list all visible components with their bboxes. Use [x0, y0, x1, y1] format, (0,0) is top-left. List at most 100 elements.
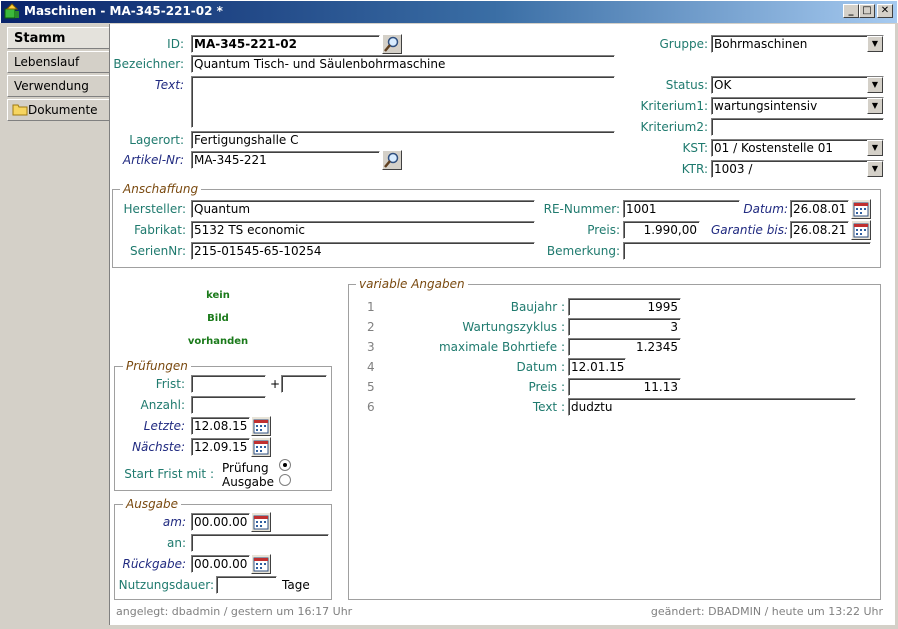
- bezeichner-field[interactable]: Quantum Tisch- und Säulenbohrmaschine: [191, 55, 615, 73]
- nav-item-dokumente[interactable]: Dokumente: [7, 99, 110, 121]
- letzte-field[interactable]: 12.08.15: [191, 417, 250, 435]
- maximize-button[interactable]: □: [859, 4, 875, 18]
- close-button[interactable]: ✕: [877, 4, 893, 18]
- gruppe-label: Gruppe:: [659, 37, 709, 51]
- calendar-icon: [253, 440, 269, 455]
- artikel-search-button[interactable]: [382, 150, 402, 170]
- variable-angaben-title: variable Angaben: [356, 277, 468, 291]
- var-field[interactable]: 1.2345: [568, 338, 681, 356]
- dropdown-arrow-icon: ▼: [867, 36, 883, 52]
- nav-item-verwendung[interactable]: Verwendung: [7, 75, 110, 97]
- var-label: Preis :: [528, 380, 565, 394]
- text-area[interactable]: [191, 76, 615, 128]
- seriennr-field[interactable]: 215-01545-65-10254: [191, 242, 535, 260]
- app-icon: [4, 3, 19, 19]
- an-label: an:: [166, 536, 186, 550]
- radio-ausgabe[interactable]: [279, 474, 291, 486]
- var-field[interactable]: 3: [568, 318, 681, 336]
- artikel-field[interactable]: MA-345-221: [191, 151, 380, 169]
- var-field[interactable]: dudztu: [568, 398, 856, 416]
- lagerort-label: Lagerort:: [129, 133, 184, 147]
- var-field[interactable]: 1995: [568, 298, 681, 316]
- status-select[interactable]: OK ▼: [711, 76, 884, 94]
- nav-item-stamm[interactable]: Stamm: [7, 27, 110, 49]
- anzahl-field[interactable]: [191, 396, 266, 414]
- letzte-calendar-button[interactable]: [251, 416, 271, 436]
- gruppe-select[interactable]: Bohrmaschinen ▼: [711, 35, 884, 53]
- image-placeholder-line: kein: [206, 290, 230, 301]
- row-number: 5: [367, 380, 375, 394]
- hersteller-field[interactable]: Quantum: [191, 200, 535, 218]
- radio-label-pruefung: Prüfung: [222, 461, 269, 475]
- frist-extra-field[interactable]: [281, 375, 327, 393]
- kriterium1-select[interactable]: wartungsintensiv ▼: [711, 97, 884, 115]
- datum-label: Datum:: [743, 202, 788, 216]
- frist-plus: +: [270, 377, 281, 391]
- kst-select[interactable]: 01 / Kostenstelle 01 ▼: [711, 139, 884, 157]
- an-field[interactable]: [191, 534, 329, 552]
- lagerort-field[interactable]: Fertigungshalle C: [191, 131, 615, 149]
- frist-field[interactable]: [191, 375, 266, 393]
- ktr-select[interactable]: 1003 / ▼: [711, 160, 884, 178]
- status-label: Status:: [665, 78, 708, 92]
- changed-info: geändert: DBADMIN / heute um 13:22 Uhr: [650, 605, 883, 618]
- nutzungsdauer-unit: Tage: [282, 578, 310, 592]
- var-label: maximale Bohrtiefe :: [438, 340, 565, 354]
- nav-item-lebenslauf[interactable]: Lebenslauf: [7, 51, 110, 73]
- am-field[interactable]: 00.00.00: [191, 513, 250, 531]
- magnifier-icon: [384, 152, 399, 168]
- image-placeholder[interactable]: kein Bild vorhanden: [187, 276, 249, 362]
- garantie-label: Garantie bis:: [710, 223, 788, 237]
- bezeichner-label: Bezeichner:: [113, 57, 184, 71]
- calendar-icon: [253, 515, 269, 530]
- dropdown-arrow-icon: ▼: [867, 140, 883, 156]
- datum-field[interactable]: 26.08.01: [790, 200, 849, 218]
- nav-label: Dokumente: [28, 103, 98, 117]
- dropdown-arrow-icon: ▼: [867, 77, 883, 93]
- dropdown-arrow-icon: ▼: [867, 161, 883, 177]
- ausgabe-title: Ausgabe: [123, 497, 182, 511]
- artikel-label: Artikel-Nr:: [122, 153, 184, 167]
- row-number: 3: [367, 340, 375, 354]
- nutzungsdauer-field[interactable]: [216, 576, 277, 594]
- var-field[interactable]: 11.13: [568, 378, 681, 396]
- row-number: 6: [367, 400, 375, 414]
- datum-calendar-button[interactable]: [851, 199, 871, 219]
- pruefungen-title: Prüfungen: [123, 359, 191, 373]
- am-calendar-button[interactable]: [251, 512, 271, 532]
- bemerkung-field[interactable]: [623, 242, 871, 260]
- row-number: 1: [367, 300, 375, 314]
- kriterium2-field[interactable]: [711, 118, 884, 136]
- text-label: Text:: [154, 78, 184, 92]
- nav-label: Stamm: [14, 31, 66, 46]
- naechste-field[interactable]: 12.09.15: [191, 438, 250, 456]
- re-nummer-label: RE-Nummer:: [543, 202, 620, 216]
- var-field[interactable]: 12.01.15: [568, 358, 626, 376]
- garantie-calendar-button[interactable]: [851, 220, 871, 240]
- hersteller-label: Hersteller:: [123, 202, 187, 216]
- letzte-label: Letzte:: [143, 419, 185, 433]
- naechste-calendar-button[interactable]: [251, 437, 271, 457]
- calendar-icon: [253, 419, 269, 434]
- garantie-field[interactable]: 26.08.21: [790, 221, 849, 239]
- id-label: ID:: [167, 37, 184, 51]
- var-label: Datum :: [516, 360, 565, 374]
- radio-pruefung[interactable]: [279, 459, 291, 471]
- folder-icon: [12, 104, 28, 116]
- rueckgabe-calendar-button[interactable]: [251, 554, 271, 574]
- minimize-button[interactable]: _: [843, 4, 859, 18]
- calendar-icon: [853, 223, 869, 238]
- id-field[interactable]: MA-345-221-02: [191, 35, 380, 53]
- fabrikat-field[interactable]: 5132 TS economic: [191, 221, 535, 239]
- calendar-icon: [253, 557, 269, 572]
- fabrikat-label: Fabrikat:: [134, 223, 186, 237]
- bemerkung-label: Bemerkung:: [546, 244, 620, 258]
- rueckgabe-field[interactable]: 00.00.00: [191, 555, 250, 573]
- magnifier-icon: [384, 36, 399, 52]
- image-placeholder-line: Bild: [207, 313, 229, 324]
- row-number: 4: [367, 360, 375, 374]
- preis-field[interactable]: 1.990,00: [623, 221, 700, 239]
- nutzungsdauer-label: Nutzungsdauer:: [118, 578, 214, 592]
- id-search-button[interactable]: [382, 34, 402, 54]
- re-nummer-field[interactable]: 1001: [623, 200, 740, 218]
